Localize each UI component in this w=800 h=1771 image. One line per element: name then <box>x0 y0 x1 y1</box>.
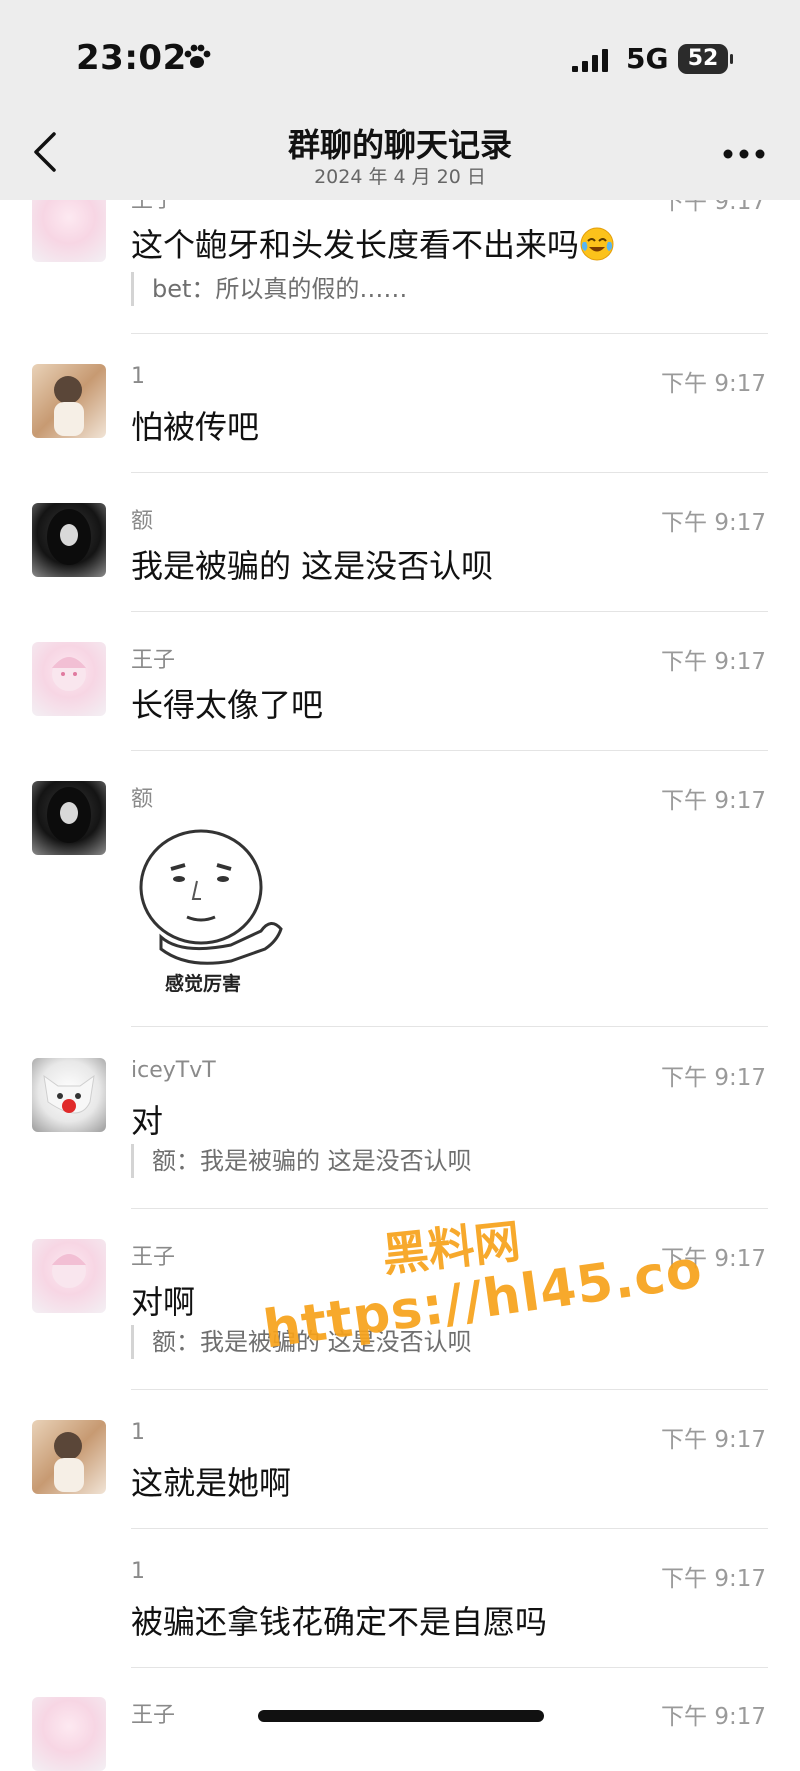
more-dots-icon[interactable] <box>722 148 766 160</box>
message-text: 这个龅牙和头发长度看不出来吗 <box>131 220 615 266</box>
network-type: 5G <box>626 42 669 75</box>
message-time: 下午 9:17 <box>661 1704 766 1730</box>
divider <box>131 1208 768 1209</box>
sender-name: 1 <box>131 364 145 389</box>
avatar-image <box>54 1432 84 1492</box>
divider <box>131 1026 768 1027</box>
message-text: 怕被传吧 <box>131 408 260 446</box>
page-subtitle: 2024 年 4 月 20 日 <box>314 166 486 188</box>
message-text: 这就是她啊 <box>131 1464 292 1502</box>
message-time: 下午 9:17 <box>661 1065 766 1091</box>
status-time: 23:02 <box>76 38 187 78</box>
avatar[interactable] <box>32 781 106 855</box>
avatar[interactable] <box>32 364 106 438</box>
sender-name: iceyTvT <box>131 1058 216 1083</box>
paw-icon <box>184 44 211 68</box>
home-indicator[interactable] <box>258 1710 544 1722</box>
message-text: 对 <box>131 1102 164 1140</box>
sender-name: 额 <box>131 509 154 534</box>
header-bar: 23:02 5G 52 群聊的聊天记录 2024 年 4 月 20 日 <box>0 0 800 200</box>
divider <box>131 1667 768 1668</box>
avatar-image <box>52 1254 86 1288</box>
avatar-image <box>43 1074 95 1114</box>
divider <box>131 750 768 751</box>
message-text: 对啊 <box>131 1283 196 1321</box>
crying-laughing-icon <box>580 227 614 261</box>
divider <box>131 1389 768 1390</box>
message-text-content: 这个龅牙和头发长度看不出来吗 <box>131 226 580 264</box>
message-time: 下午 9:17 <box>661 510 766 536</box>
divider <box>131 1528 768 1529</box>
avatar[interactable] <box>32 642 106 716</box>
sender-name: 1 <box>131 1420 145 1445</box>
message-time: 下午 9:17 <box>661 1427 766 1453</box>
message-text: 长得太像了吧 <box>131 686 324 724</box>
sticker-caption: 感觉厉害 <box>165 973 242 995</box>
avatar[interactable] <box>32 1420 106 1494</box>
sender-name: 额 <box>131 787 154 812</box>
sender-name: 王子 <box>131 648 176 673</box>
signal-bars-icon <box>572 49 608 72</box>
sender-name: 1 <box>131 1559 145 1584</box>
avatar-image <box>47 787 91 843</box>
message-time: 下午 9:17 <box>661 788 766 814</box>
message-time: 下午 9:17 <box>661 1566 766 1592</box>
sticker-image[interactable]: 感觉厉害 <box>131 819 303 995</box>
quoted-message[interactable]: 额：我是被骗的 这是没否认呗 <box>131 1144 472 1178</box>
battery-indicator: 52 <box>678 44 733 74</box>
avatar[interactable] <box>32 503 106 577</box>
page-title: 群聊的聊天记录 <box>287 126 512 164</box>
avatar-image <box>47 509 91 565</box>
divider <box>131 333 768 334</box>
avatar[interactable] <box>32 1058 106 1132</box>
divider <box>131 472 768 473</box>
message-time: 下午 9:17 <box>661 649 766 675</box>
quoted-message[interactable]: bet：所以真的假的…… <box>131 272 407 306</box>
message-text: 我是被骗的 这是没否认呗 <box>131 547 494 585</box>
chat-history-list[interactable]: 王子 下午 9:17 这个龅牙和头发长度看不出来吗 bet：所以真的假的…… 1… <box>0 0 800 1771</box>
message-time: 下午 9:17 <box>661 371 766 397</box>
message-text: 被骗还拿钱花确定不是自愿吗 <box>131 1603 548 1641</box>
avatar[interactable] <box>32 1697 106 1771</box>
thumbs-up-face-sticker <box>139 829 283 965</box>
sender-name: 王子 <box>131 1245 176 1270</box>
avatar-image <box>52 657 86 691</box>
avatar[interactable] <box>32 1239 106 1313</box>
avatar-image <box>54 376 84 436</box>
sender-name: 王子 <box>131 1703 176 1728</box>
divider <box>131 611 768 612</box>
